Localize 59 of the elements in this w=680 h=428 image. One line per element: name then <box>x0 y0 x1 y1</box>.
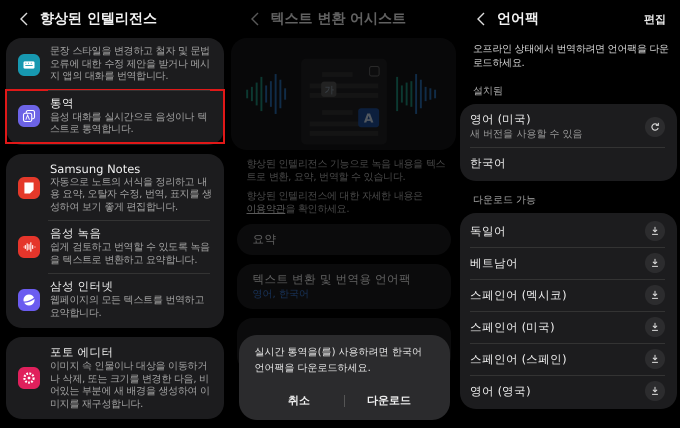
edit-button[interactable]: 편집 <box>644 12 666 26</box>
feature-item[interactable]: 문장 스타일을 변경하고 철자 및 문법 오류에 대한 수정 제안을 받거나 메시지 앱의 대화를 번역합니다. <box>6 40 224 90</box>
refresh-icon <box>650 122 660 132</box>
feature-description: 이미지 속 인물이나 대상을 이동하거나 삭제, 또는 크기를 변경한 다음, 비어있는 부분에 새 배경을 생성하여 이미지를 재구성합니다. <box>50 361 211 411</box>
download-icon <box>650 290 660 300</box>
language-name: 영어 (영국) <box>470 384 532 398</box>
card-title: 텍스트 변환 및 번역용 언어팩 <box>252 272 412 287</box>
dialog-button[interactable]: 취소 <box>254 387 344 414</box>
download-button[interactable] <box>645 285 665 305</box>
feature-item[interactable]: 통역 음성 대화를 실시간으로 음성이나 텍스트로 통역합니다. <box>6 90 224 142</box>
screen-title: 언어팩 <box>497 10 540 28</box>
refresh-button[interactable] <box>645 116 665 136</box>
download-button[interactable] <box>645 381 665 401</box>
feature-item[interactable]: Samsung Notes 자동으로 노트의 서식을 정리하고 내용 요약, 오탈자 수정, 번역, 표지를 생성하여 보기 좋게 편집합니다. <box>6 156 224 220</box>
back-icon[interactable] <box>477 12 485 26</box>
screen-title: 텍스트 변환 어시스트 <box>270 10 408 28</box>
download-button[interactable] <box>645 349 665 369</box>
download-icon <box>650 226 660 236</box>
section-label: 설치됨 <box>472 85 504 99</box>
language-name: 스페인어 (멕시코) <box>470 288 568 302</box>
back-icon[interactable] <box>20 12 28 26</box>
feature-title: Samsung Notes <box>50 162 142 176</box>
feature-description: 웹페이지의 모든 텍스트를 번역하고 요약합니다. <box>50 295 206 320</box>
language-name: 베트남어 <box>470 256 519 270</box>
language-row[interactable]: 한국어 <box>460 147 677 179</box>
language-name: 한국어 <box>470 156 507 170</box>
language-row[interactable]: 영어 (미국) 새 버전을 사용할 수 있음 <box>460 106 677 147</box>
feature-description: 문장 스타일을 변경하고 철자 및 문법 오류에 대한 수정 제안을 받거나 메시지 앱의 대화를 번역합니다. <box>50 46 211 84</box>
feature-description: 쉽게 검토하고 번역할 수 있도록 녹음을 텍스트로 변환하고 요약합니다. <box>50 242 211 267</box>
section-label: 다운로드 가능 <box>472 194 538 208</box>
language-status: 새 버전을 사용할 수 있음 <box>470 128 584 141</box>
feature-title: 삼성 인터넷 <box>50 279 115 294</box>
download-icon <box>650 258 660 268</box>
download-button[interactable] <box>645 221 665 241</box>
feature-description: 자동으로 노트의 서식을 정리하고 내용 요약, 오탈자 수정, 번역, 표지를 생성하여 보기 좋게 편집합니다. <box>50 176 213 214</box>
feature-title: 통역 <box>50 96 75 110</box>
terms-text: 향상된 인텔리전스에 대한 자세한 내용은 이용약관을 확인하세요. <box>246 190 424 216</box>
feature-title: 포토 에디터 <box>50 345 115 360</box>
language-name: 스페인어 (미국) <box>470 320 556 334</box>
dialog-button[interactable]: 다운로드 <box>344 387 434 414</box>
screen-title: 향상된 인텔리전스 <box>40 10 158 28</box>
download-button[interactable] <box>645 317 665 337</box>
download-icon <box>650 354 660 364</box>
dialog-message: 실시간 통역을(를) 사용하려면 한국어 언어팩을 다운로드하세요. <box>254 346 423 376</box>
description-text: 향상된 인텔리전스 기능으로 녹음 내용을 텍스트로 변환, 요약, 번역할 수 있습니다. <box>246 158 446 184</box>
feature-description: 음성 대화를 실시간으로 음성이나 텍스트로 통역합니다. <box>50 112 208 136</box>
language-name: 스페인어 (스페인) <box>470 352 568 366</box>
feature-item[interactable]: 포토 에디터 이미지 속 인물이나 대상을 이동하거나 삭제, 또는 크기를 변경한 다음, 비어있는 부분에 새 배경을 생성하여 이미지를 재구성합니다. <box>6 339 224 417</box>
feature-item[interactable]: 음성 녹음 쉽게 검토하고 번역할 수 있도록 녹음을 텍스트로 변환하고 요약합니다. <box>6 220 224 273</box>
download-icon <box>650 322 660 332</box>
download-button[interactable] <box>645 253 665 273</box>
feature-item[interactable]: 삼성 인터넷 웹페이지의 모든 텍스트를 번역하고 요약합니다. <box>6 273 224 326</box>
description-text: 오프라인 상태에서 번역하려면 언어팩을 다운로드하세요. <box>472 43 670 70</box>
card-title: 요약 <box>252 232 278 247</box>
card-subtitle: 영어, 한국어 <box>252 288 310 301</box>
download-icon <box>650 386 660 396</box>
language-name: 영어 (미국) <box>470 112 532 127</box>
language-name: 독일어 <box>470 224 507 238</box>
feature-title: 음성 녹음 <box>50 226 103 241</box>
